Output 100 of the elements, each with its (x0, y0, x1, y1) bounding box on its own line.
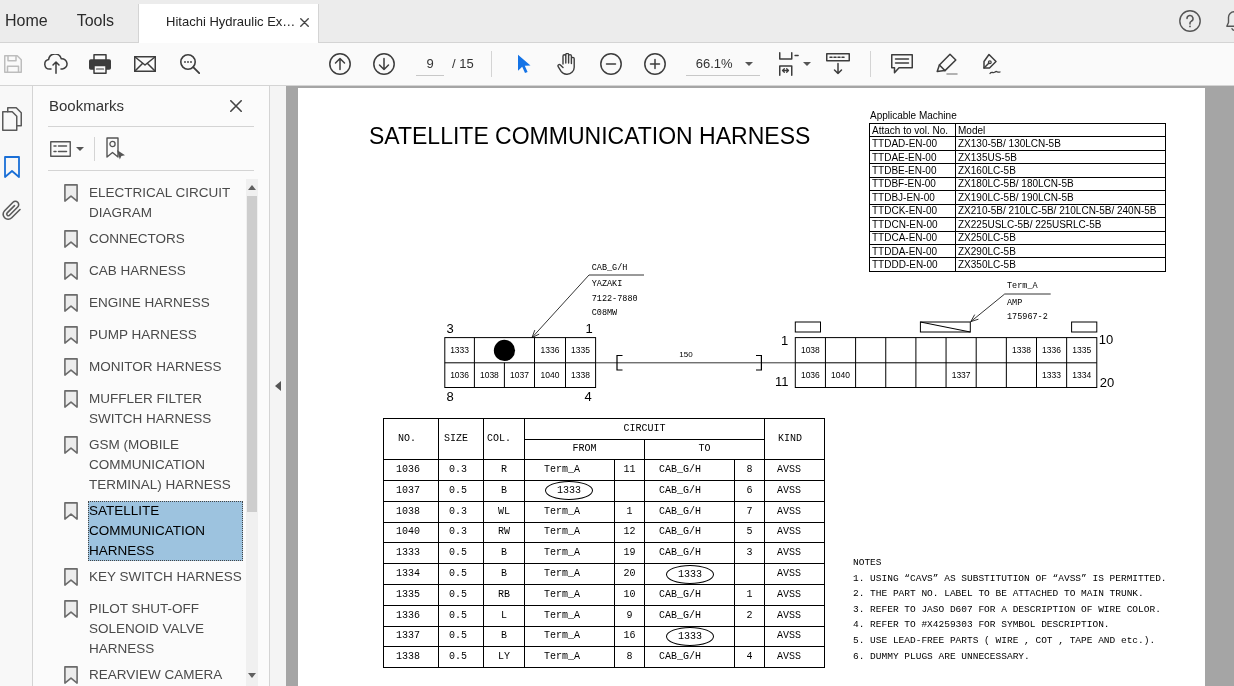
table-cell: 1338 (383, 646, 439, 668)
table-cell: TTDCK-EN-00 (869, 204, 956, 218)
page-total: / 15 (452, 55, 474, 74)
bookmark-item[interactable]: KEY SWITCH HARNESS (88, 567, 243, 587)
tab-rectangle (794, 321, 821, 333)
close-icon[interactable] (230, 100, 242, 112)
bookmark-item[interactable]: ENGINE HARNESS (88, 293, 243, 313)
dimension-bracket (616, 354, 624, 371)
help-icon[interactable] (1179, 9, 1201, 32)
bookmark-item[interactable]: MONITOR HARNESS (88, 357, 243, 377)
caret-down-icon[interactable] (802, 62, 811, 66)
envelope-icon[interactable] (134, 56, 156, 72)
bookmark-icon[interactable] (4, 156, 20, 178)
bookmark-item[interactable]: PUMP HARNESS (88, 325, 243, 345)
table-cell: 10 (614, 584, 645, 606)
paperclip-icon[interactable] (2, 200, 22, 222)
caret-down-icon[interactable] (744, 61, 753, 66)
note-text: 6. DUMMY PLUGS ARE UNNECESSARY. (853, 649, 1031, 664)
fit-page-icon[interactable] (778, 52, 799, 76)
bookmark-item[interactable]: CONNECTORS (88, 229, 243, 249)
part-number: 175967-2 (1007, 311, 1048, 322)
bookmark-icon (64, 390, 78, 408)
bookmark-item[interactable]: SATELLITE COMMUNICATION HARNESS (88, 501, 243, 561)
note-text: 2. THE PART NO. LABEL TO BE ATTACHED TO MAIN TRUNK. (853, 587, 1145, 602)
wire-number: 1336 (540, 345, 560, 356)
page-number-field[interactable]: 9 (416, 52, 444, 76)
list-icon[interactable] (50, 140, 71, 157)
menu-tab[interactable]: Home (0, 0, 53, 42)
table-cell: AVSS (764, 480, 825, 502)
table-cell: ZX250LC-5B (955, 231, 1166, 245)
table-cell: ZX190LC-5B/ 190LCN-5B (955, 190, 1166, 205)
note-text: 1. USING “CAVS” AS SUBSTITUTION OF “AVSS” IS PERMITTED. (853, 571, 1167, 586)
column-header: FROM (524, 439, 645, 460)
table-cell: B (483, 626, 525, 647)
maker-name: YAZAKI (591, 278, 623, 289)
note-text: 5. USE LEAD-FREE PARTS ( WIRE , COT , TAPE AND etc.). (853, 633, 1157, 648)
wire-number: 1338 (1011, 345, 1031, 356)
caret-up-icon[interactable] (248, 185, 256, 190)
table-cell: 16 (614, 626, 645, 647)
close-icon[interactable] (300, 17, 310, 27)
table-cell: TTDAD-EN-00 (869, 136, 956, 151)
zoom-field[interactable]: 66.1% (685, 52, 760, 76)
bookmark-item[interactable]: PILOT SHUT-OFF SOLENOID VALVE HARNESS (88, 599, 243, 659)
page-display-button[interactable] (778, 51, 811, 77)
column-header: COL. (483, 418, 525, 460)
bookmark-cursor-icon[interactable] (106, 136, 126, 161)
document-tab[interactable]: Hitachi Hydraulic Ex… (138, 4, 320, 43)
table-cell: LY (483, 646, 525, 668)
table-cell: TTDBE-EN-00 (869, 163, 956, 178)
table-cell: TTDDA-EN-00 (869, 244, 956, 258)
table-cell: TTDDD-EN-00 (869, 257, 956, 272)
pin-number: 1 (781, 332, 789, 348)
table-cell: 11 (614, 459, 645, 481)
bookmark-icon (64, 358, 78, 376)
bookmark-item[interactable]: MUFFLER FILTER SWITCH HARNESS (88, 389, 243, 429)
table-cell: Term_A (524, 459, 615, 481)
table-cell: 0.3 (438, 501, 484, 523)
wire-number: 1335 (571, 345, 590, 356)
table-cell: ZX180LC-5B/ 180LCN-5B (955, 177, 1166, 191)
table-cell: 5 (734, 522, 765, 543)
table-cell: L (483, 605, 525, 627)
column-header: NO. (383, 418, 439, 460)
table-cell: TTDCA-EN-00 (869, 231, 956, 245)
table-cell: ZX225USLC-5B/ 225USRLC-5B (955, 217, 1166, 231)
pointer-icon[interactable] (516, 54, 531, 74)
bookmark-item[interactable]: GSM (MOBILE COMMUNICATION TERMINAL) HARNESS (88, 435, 243, 495)
table-cell: ZX130-5B/ 130LCN-5B (955, 136, 1166, 151)
wire-number: 1040 (540, 370, 560, 381)
bookmark-icon (64, 184, 78, 202)
bookmark-icon (64, 666, 78, 684)
pin-number: 20 (1099, 375, 1115, 390)
caret-down-icon[interactable] (76, 146, 84, 151)
wire-number: 1338 (571, 370, 590, 381)
table-cell: R (483, 459, 525, 481)
table-cell: Term_A (524, 605, 615, 627)
table-cell: Term_A (524, 563, 615, 585)
bell-icon[interactable] (1226, 10, 1234, 31)
column-header: CIRCUIT (524, 418, 765, 440)
scrollbar-thumb[interactable] (247, 196, 257, 512)
menu-tab[interactable]: Tools (71, 0, 120, 42)
caret-left-icon[interactable] (275, 381, 281, 391)
table-cell: Term_A (524, 584, 615, 606)
table-cell: 0.5 (438, 480, 484, 502)
table-cell: B (483, 542, 525, 564)
caret-down-icon[interactable] (248, 673, 256, 678)
bookmark-item[interactable]: CAB HARNESS (88, 261, 243, 281)
pin-number: 4 (584, 389, 592, 404)
bookmark-item[interactable]: ELECTRICAL CIRCUIT DIAGRAM (88, 183, 243, 223)
table-cell: 1 (614, 501, 645, 523)
table-cell: 1036 (383, 459, 439, 481)
scrollbar[interactable] (246, 179, 258, 686)
table-cell: 1040 (383, 522, 439, 543)
pages-icon[interactable] (2, 107, 22, 131)
table-cell: 1333 (383, 542, 439, 564)
table-cell: AVSS (764, 563, 825, 585)
bookmark-item[interactable]: REARVIEW CAMERA (88, 665, 243, 685)
notes-heading: NOTES (853, 556, 883, 570)
maker-name: AMP (1007, 298, 1023, 308)
table-cell: 1336 (383, 605, 439, 627)
wire-number: 1337 (951, 370, 971, 381)
